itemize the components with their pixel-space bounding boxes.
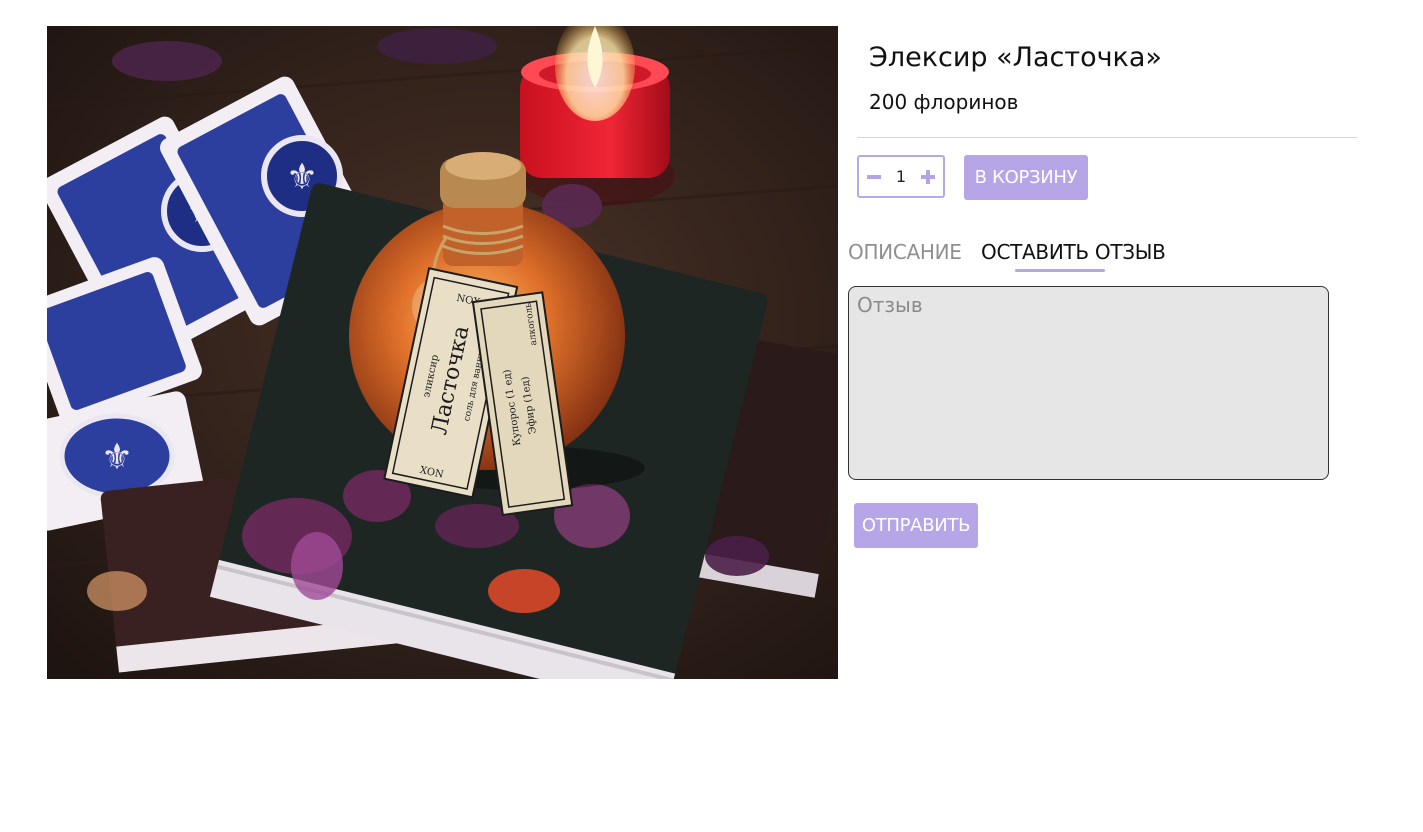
tab-description[interactable]: ОПИСАНИЕ — [848, 238, 962, 266]
active-tab-indicator — [1015, 269, 1105, 272]
quantity-stepper: 1 — [857, 155, 945, 198]
product-title: Элексир «Ласточка» — [869, 42, 1162, 73]
tab-leave-review[interactable]: ОСТАВИТЬ ОТЗЫВ — [981, 238, 1166, 266]
plus-icon[interactable] — [917, 166, 939, 188]
quantity-value[interactable]: 1 — [889, 167, 913, 186]
product-page: ⚜ ⚜ ⚜ — [0, 0, 1423, 832]
svg-text:⚜: ⚜ — [101, 437, 133, 478]
minus-icon[interactable] — [863, 166, 885, 188]
add-to-cart-button[interactable]: В КОРЗИНУ — [964, 155, 1088, 200]
product-image: ⚜ ⚜ ⚜ — [47, 26, 838, 679]
review-textarea[interactable] — [848, 286, 1329, 480]
submit-review-button[interactable]: ОТПРАВИТЬ — [854, 503, 978, 548]
product-price: 200 флоринов — [869, 90, 1019, 114]
divider — [857, 137, 1357, 138]
